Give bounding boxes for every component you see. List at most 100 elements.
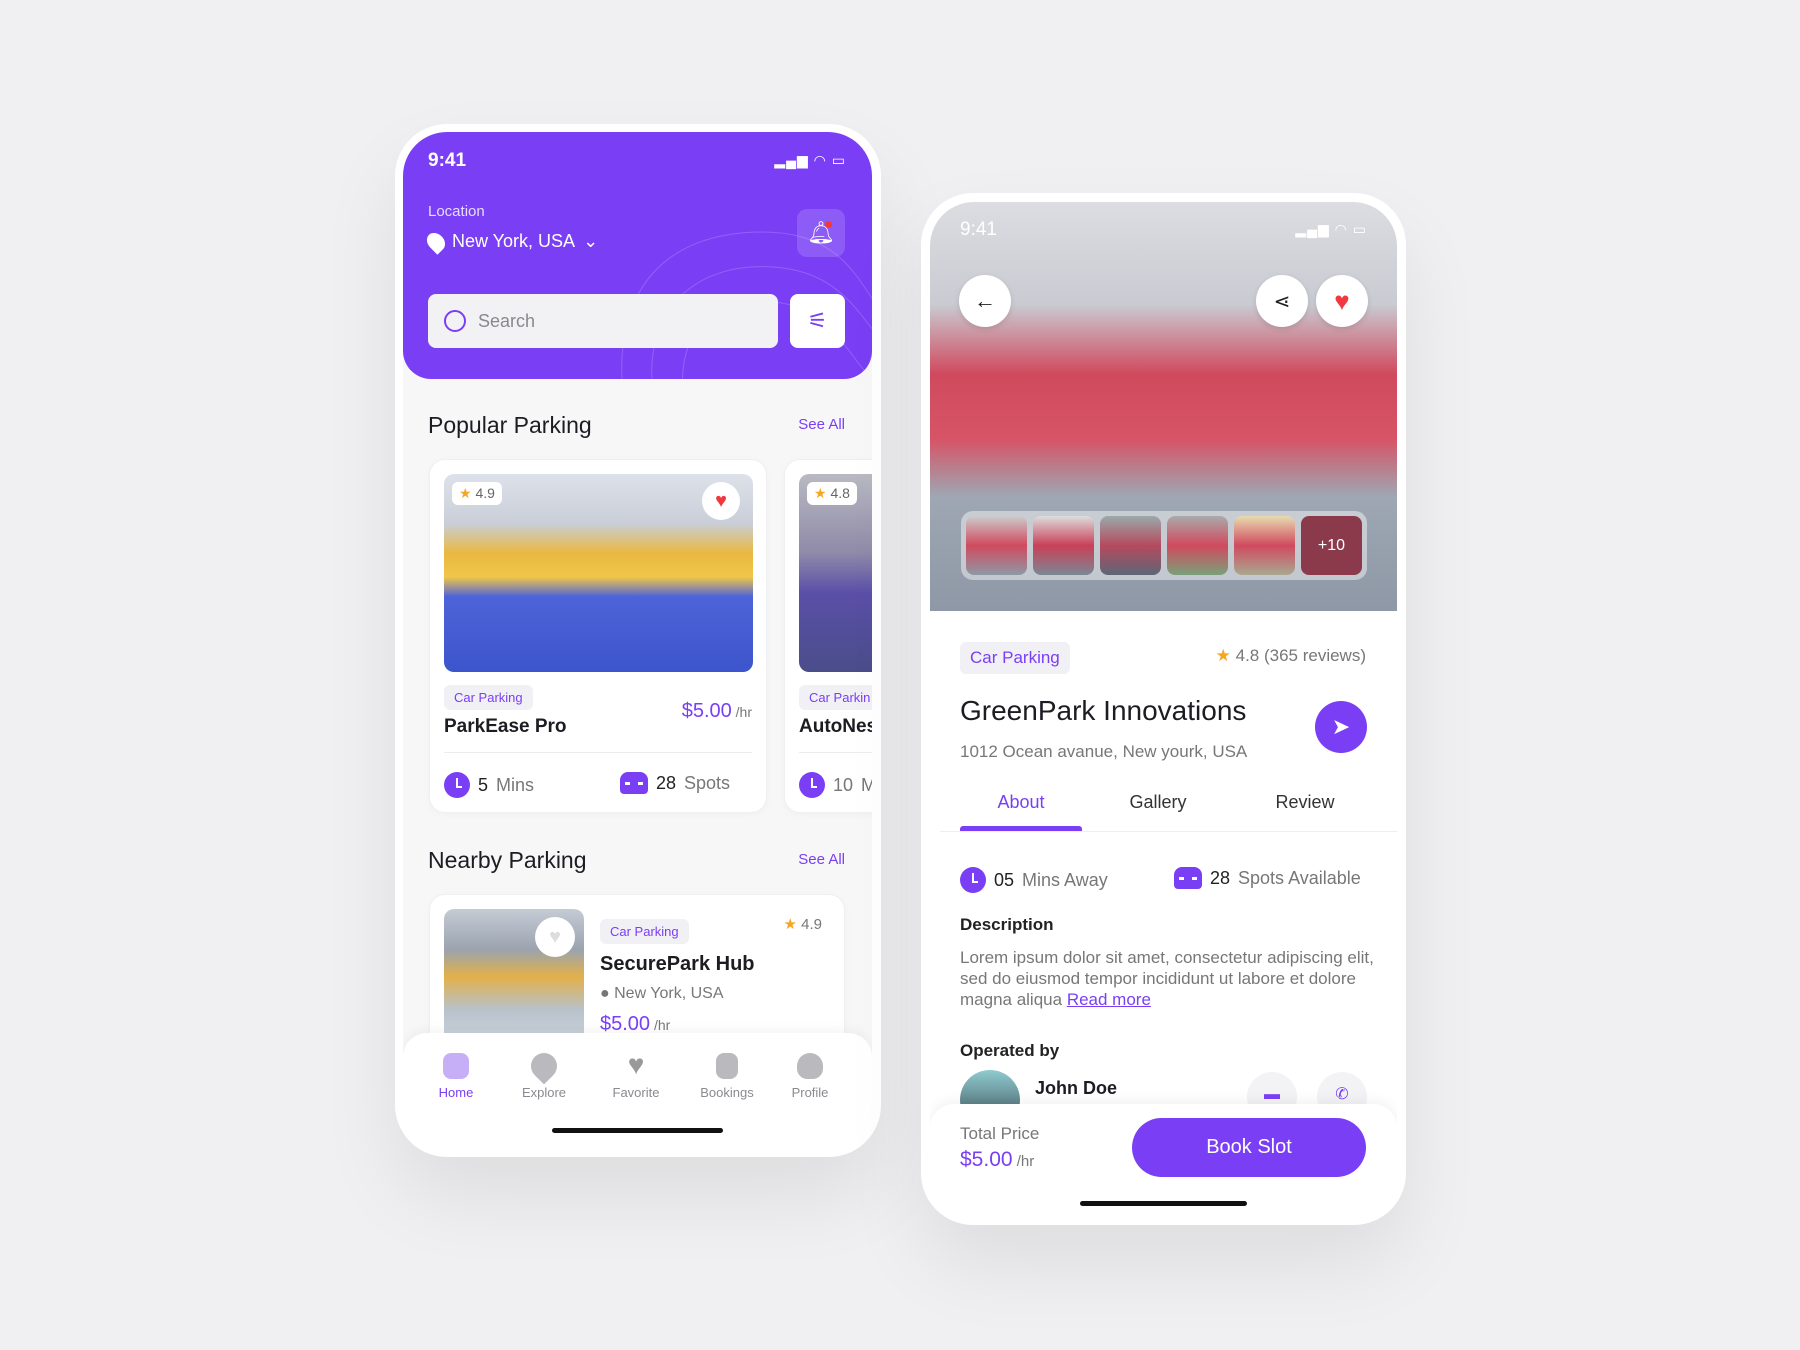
thumbnail[interactable] (1234, 516, 1295, 575)
read-more-link[interactable]: Read more (1067, 990, 1151, 1009)
home-indicator (552, 1128, 723, 1133)
thumbnail-strip: +10 (961, 511, 1367, 580)
notification-button[interactable]: 🔔︎ (797, 209, 845, 257)
share-icon: ⋖ (1273, 290, 1291, 313)
description-title: Description (960, 915, 1054, 934)
parking-name: SecurePark Hub (600, 953, 755, 975)
header: 9:41 ▂▄▆ ◠ ▭ Location New York, USA ⌄ 🔔︎… (403, 132, 872, 379)
thumbnail[interactable] (966, 516, 1027, 575)
location-selector[interactable]: New York, USA ⌄ (423, 228, 598, 255)
divider (444, 752, 752, 753)
rating: ★ 4.8 (365 reviews) (1216, 646, 1366, 666)
status-icons: ▂▄▆ ◠ ▭ (1295, 221, 1367, 237)
nav-bookings[interactable]: Bookings (687, 1053, 767, 1100)
navigation-arrow-icon: ➤ (1331, 714, 1351, 739)
search-input[interactable]: Search (428, 294, 778, 348)
thumbnail[interactable] (1033, 516, 1094, 575)
car-icon (620, 772, 648, 794)
tab-about[interactable]: About (960, 792, 1082, 813)
nearby-title: Nearby Parking (428, 847, 587, 873)
back-button[interactable]: ← (959, 275, 1011, 327)
tab-gallery[interactable]: Gallery (1098, 792, 1218, 813)
operated-by-label: Operated by (960, 1041, 1060, 1060)
status-icons: ▂▄▆ ◠ ▭ (774, 152, 846, 168)
total-price-value: $5.00 (960, 1148, 1013, 1171)
price: $5.00 /hr (682, 700, 752, 723)
star-icon: ★ (459, 485, 472, 501)
booking-bar: Total Price $5.00 /hr Book Slot (930, 1104, 1397, 1216)
home-icon (443, 1053, 469, 1079)
total-price: $5.00 /hr (960, 1148, 1034, 1172)
tab-review[interactable]: Review (1245, 792, 1365, 813)
divider (799, 752, 872, 753)
nav-profile[interactable]: Profile (770, 1053, 850, 1100)
status-time: 9:41 (960, 219, 997, 240)
spots-info: 28 Spots Available (1174, 867, 1361, 889)
location: ● New York, USA (600, 985, 724, 1002)
heart-icon: ♥ (715, 489, 727, 512)
parking-card[interactable]: ★ 4.9 ♥ Car Parking ParkEase Pro $5.00 /… (429, 459, 767, 813)
detail-screen: 9:41 ▂▄▆ ◠ ▭ ← ⋖ ♥ +10 Car Parking ★ 4.8… (930, 202, 1397, 1216)
thumbnail[interactable] (1167, 516, 1228, 575)
parking-name: ParkEase Pro (444, 716, 567, 737)
clock-icon (799, 772, 825, 798)
map-pin-icon (423, 228, 449, 255)
nav-home[interactable]: Home (416, 1053, 496, 1100)
notification-dot (825, 221, 832, 228)
thumbnail[interactable] (1100, 516, 1161, 575)
heart-icon: ♥ (1334, 285, 1350, 316)
location-label: Location (428, 203, 485, 220)
price-unit: /hr (735, 704, 752, 720)
time-info: 5 Mins (444, 772, 534, 798)
total-price-label: Total Price (960, 1124, 1040, 1143)
map-pin-icon (525, 1047, 563, 1085)
operator-name: John Doe (1035, 1078, 1118, 1098)
description-text: Lorem ipsum dolor sit amet, consectetur … (960, 948, 1374, 1009)
parking-name: GreenPark Innovations (960, 695, 1247, 726)
parking-name: AutoNes (799, 716, 872, 737)
heart-icon: ♥ (627, 1049, 645, 1080)
favorite-button[interactable]: ♥ (702, 482, 740, 520)
location-value: New York, USA (452, 231, 576, 251)
map-pin-icon: ● (600, 985, 610, 1002)
address: 1012 Ocean avanue, New yourk, USA (960, 742, 1248, 761)
rating: ★ 4.9 (783, 916, 822, 933)
star-icon: ★ (1215, 646, 1231, 665)
user-icon (797, 1053, 823, 1079)
nearby-see-all[interactable]: See All (798, 851, 845, 868)
more-photos-thumbnail[interactable]: +10 (1301, 516, 1362, 575)
rating-value: 4.9 (475, 485, 495, 501)
parking-card[interactable]: ★ 4.8 Car Parkin AutoNes 10 M (784, 459, 872, 813)
rating-badge: ★ 4.8 (807, 482, 857, 505)
category-tag: Car Parking (444, 685, 533, 710)
book-slot-button[interactable]: Book Slot (1132, 1118, 1366, 1177)
heart-icon: ♥ (549, 925, 561, 948)
car-icon (1174, 867, 1202, 889)
home-screen: 9:41 ▂▄▆ ◠ ▭ Location New York, USA ⌄ 🔔︎… (403, 132, 872, 1148)
share-button[interactable]: ⋖ (1256, 275, 1308, 327)
navigate-button[interactable]: ➤ (1315, 701, 1367, 753)
nav-favorite[interactable]: ♥ Favorite (596, 1049, 676, 1101)
status-time: 9:41 (428, 150, 467, 171)
time-info: 10 M (799, 772, 872, 798)
arrow-left-icon: ← (974, 288, 996, 313)
time-info: 05 Mins Away (960, 867, 1108, 893)
bottom-nav: Home Explore ♥ Favorite Bookings Profile (403, 1033, 872, 1148)
category-tag: Car Parkin (799, 685, 872, 710)
price-unit: /hr (1016, 1153, 1035, 1170)
clipboard-icon (716, 1053, 738, 1079)
spots-info: 28 Spots (620, 772, 730, 794)
popular-see-all[interactable]: See All (798, 416, 845, 433)
star-icon: ★ (783, 916, 797, 933)
favorite-button[interactable]: ♥ (535, 917, 575, 957)
filter-button[interactable]: ⚟ (790, 294, 845, 348)
rating-badge: ★ 4.9 (452, 482, 502, 505)
star-icon: ★ (814, 485, 827, 501)
filter-icon: ⚟ (807, 308, 828, 333)
clock-icon (960, 867, 986, 893)
nav-explore[interactable]: Explore (504, 1047, 584, 1100)
favorite-button[interactable]: ♥ (1316, 275, 1368, 327)
price-value: $5.00 (681, 700, 732, 722)
clock-icon (444, 772, 470, 798)
rating-text: 4.8 (365 reviews) (1235, 646, 1366, 665)
